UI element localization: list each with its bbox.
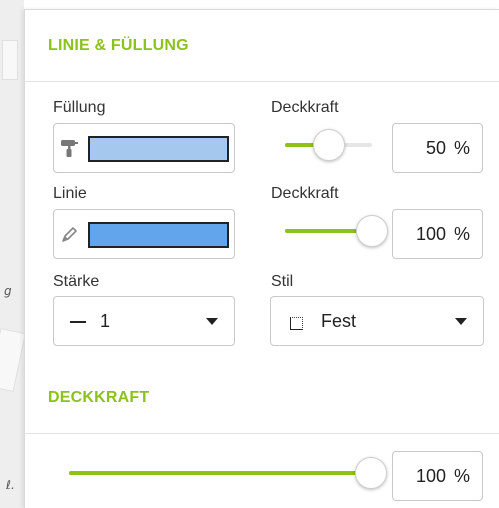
- percent-unit: %: [453, 137, 470, 158]
- layer-opacity-input[interactable]: 100 %: [392, 451, 483, 501]
- chevron-down-icon: [455, 318, 467, 325]
- percent-unit: %: [453, 465, 470, 486]
- line-opacity-input[interactable]: 100 %: [392, 209, 483, 259]
- chevron-down-icon: [206, 318, 218, 325]
- fill-opacity-input[interactable]: 50 %: [392, 123, 483, 173]
- fill-label: Füllung: [53, 99, 106, 116]
- line-label: Linie: [53, 185, 87, 202]
- section-divider: [25, 433, 499, 434]
- slider-thumb[interactable]: [312, 129, 345, 161]
- layer-opacity-value: 100: [415, 465, 446, 486]
- line-style-value: Fest: [321, 311, 357, 331]
- line-weight-icon: [70, 321, 86, 323]
- line-opacity-slider[interactable]: [285, 214, 388, 248]
- line-color-picker[interactable]: [53, 209, 235, 259]
- map-road: [0, 327, 24, 393]
- section-divider: [25, 81, 499, 82]
- fill-opacity-slider[interactable]: [285, 128, 372, 162]
- map-road: [2, 40, 18, 80]
- line-color-swatch: [88, 222, 229, 248]
- line-opacity-value: 100: [415, 223, 446, 244]
- style-panel: LINIE & FÜLLUNG Füllung Deckkraft 50 % L…: [24, 9, 499, 508]
- map-label-fragment: ℓ.: [6, 478, 15, 492]
- paint-roller-icon: [60, 138, 80, 158]
- line-weight-value: 1: [100, 311, 111, 331]
- line-weight-select[interactable]: 1: [53, 296, 235, 346]
- line-style-select[interactable]: Fest: [270, 296, 484, 346]
- fill-opacity-value: 50: [425, 137, 446, 158]
- slider-thumb[interactable]: [356, 215, 388, 247]
- weight-label: Stärke: [53, 273, 100, 290]
- percent-unit: %: [453, 223, 470, 244]
- map-background: g ℓ.: [0, 0, 24, 508]
- fill-opacity-label: Deckkraft: [271, 99, 339, 116]
- layer-opacity-slider[interactable]: [69, 456, 387, 490]
- section-title-opacity: DECKKRAFT: [48, 389, 150, 406]
- slider-fill: [69, 471, 371, 475]
- slider-thumb[interactable]: [355, 457, 387, 489]
- line-opacity-label: Deckkraft: [271, 185, 339, 202]
- dotted-square-icon: [290, 317, 303, 330]
- map-label-fragment: g: [4, 284, 12, 298]
- fill-color-picker[interactable]: [53, 123, 235, 173]
- section-title-line-fill: LINIE & FÜLLUNG: [48, 37, 189, 54]
- fill-color-swatch: [88, 136, 229, 162]
- pen-icon: [60, 224, 80, 244]
- style-label: Stil: [271, 273, 294, 290]
